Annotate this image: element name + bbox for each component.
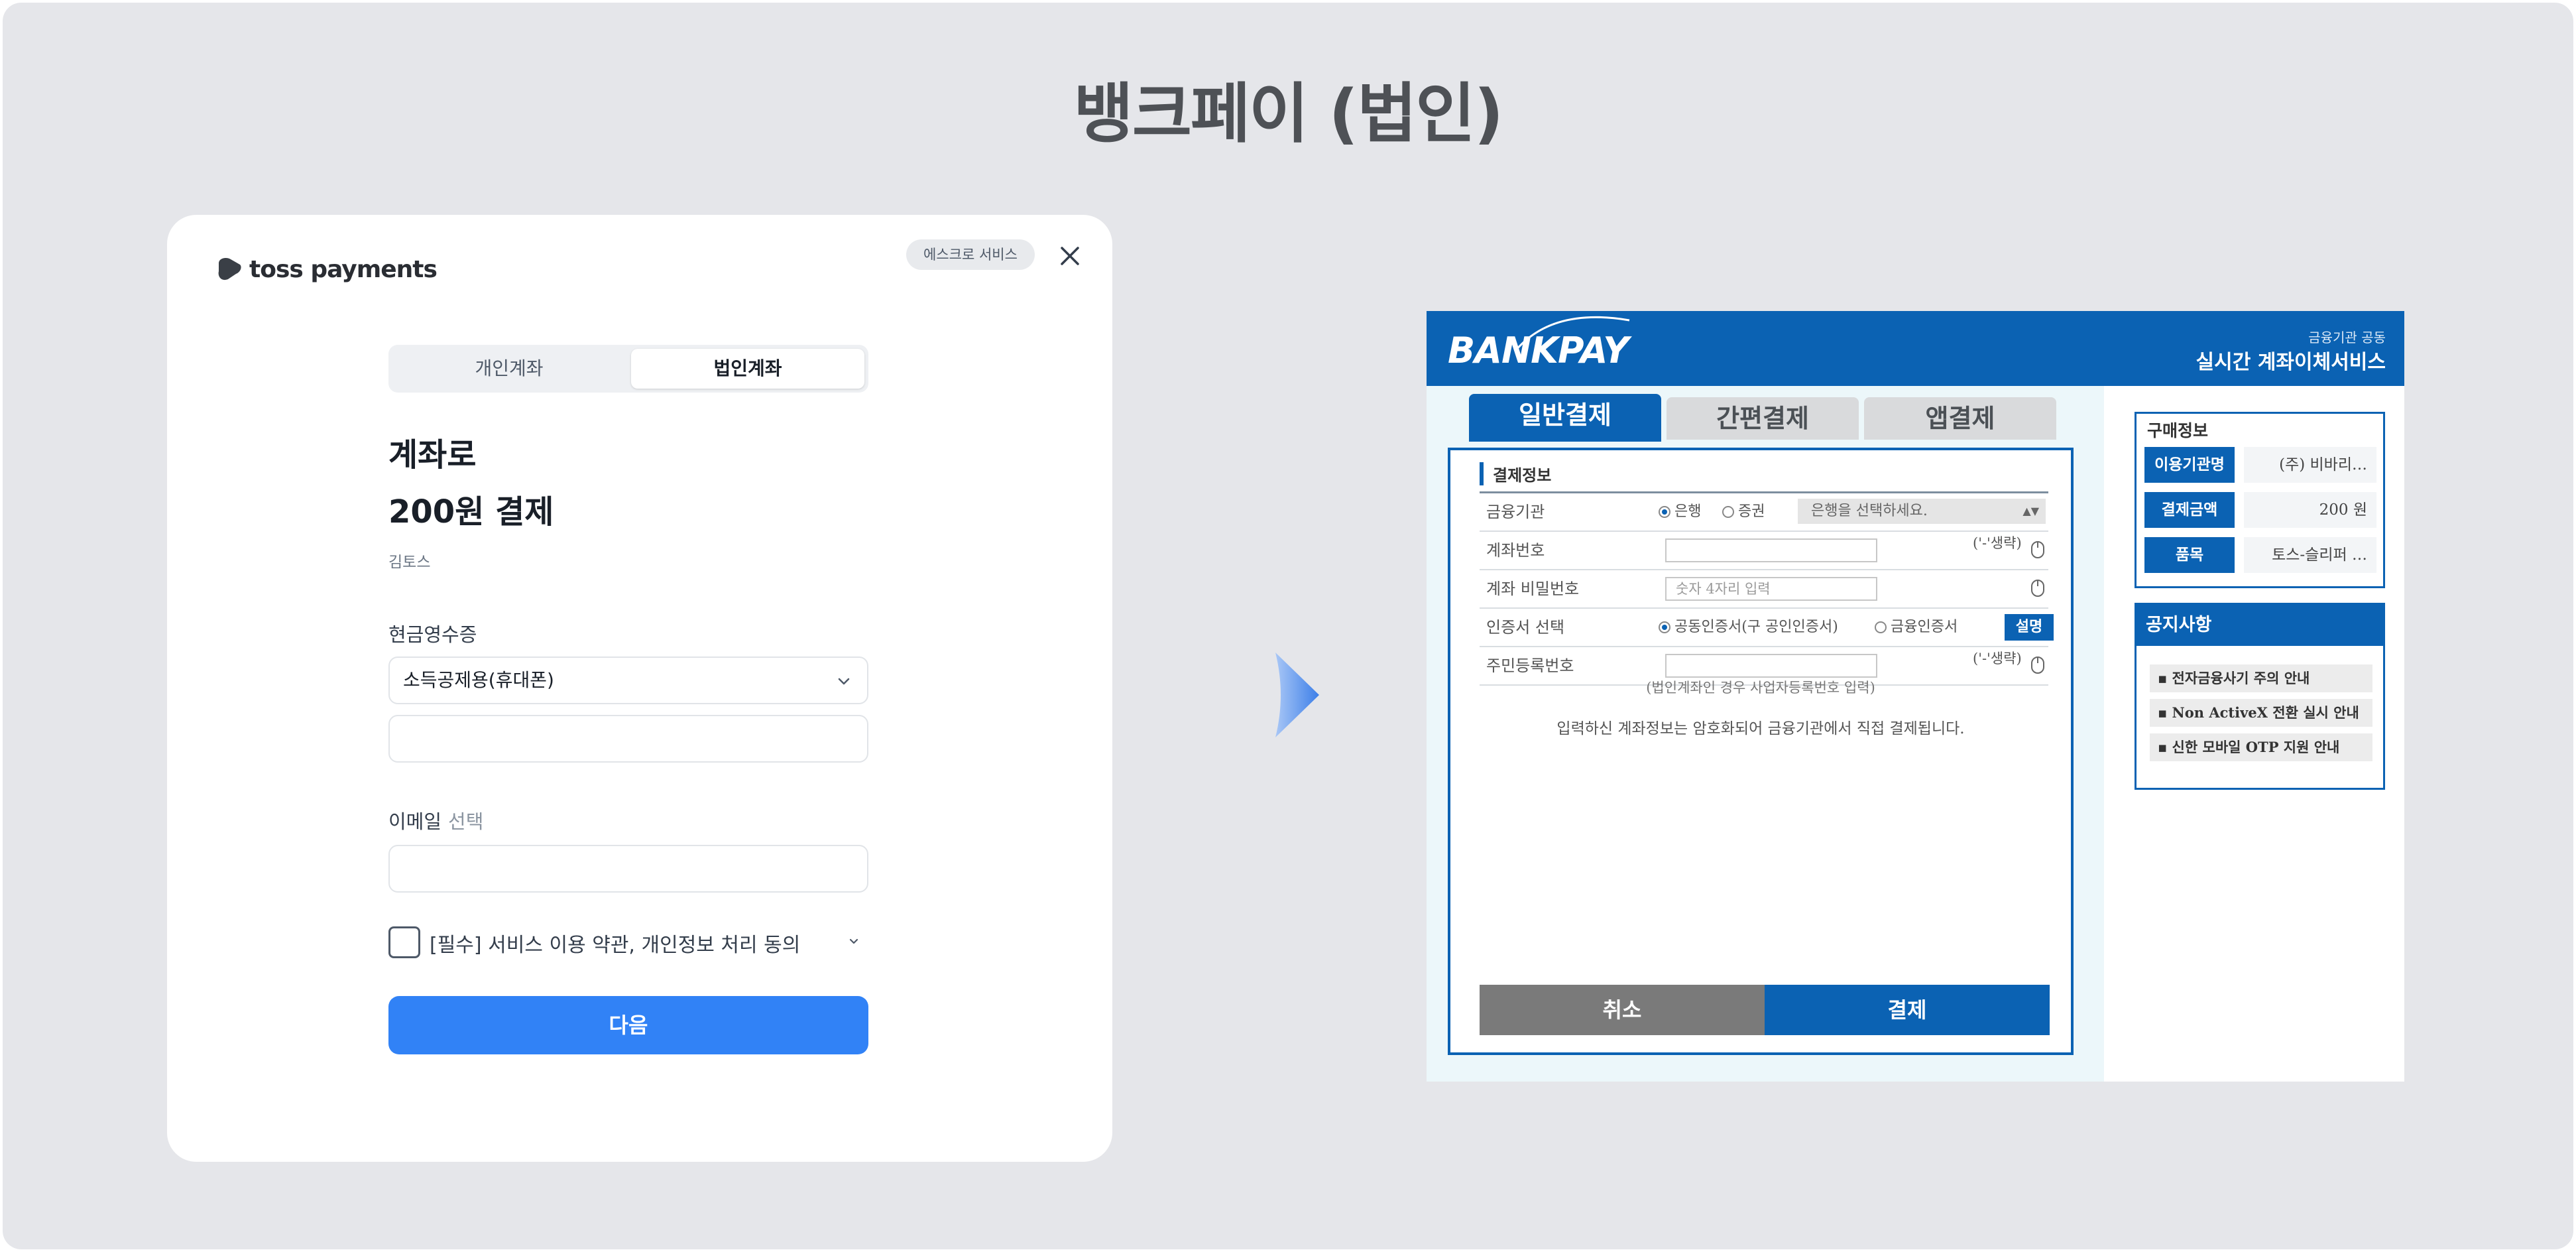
- notice-box: 공지사항 ▪ 전자금융사기 주의 안내 ▪ Non ActiveX 전환 실시 …: [2135, 603, 2385, 790]
- radio-securities-label: 증권: [1738, 503, 1765, 520]
- payment-heading-line1: 계좌로: [388, 436, 477, 473]
- account-label: 계좌번호: [1486, 541, 1545, 560]
- account-number-input[interactable]: [1665, 538, 1877, 562]
- account-note: ('-'생략): [1973, 535, 2022, 551]
- close-button[interactable]: [1057, 243, 1083, 269]
- email-input[interactable]: [388, 845, 868, 893]
- certificate-label: 인증서 선택: [1486, 618, 1565, 637]
- bankpay-header: BANKPAY 금융기관 공동 실시간 계좌이체서비스: [1427, 311, 2404, 386]
- tab-app-payment[interactable]: 앱결제: [1864, 397, 2056, 440]
- certificate-row: 인증서 선택 공동인증서(구 공인인증서) 금융인증서 설명: [1480, 609, 2054, 647]
- payment-info-table: 금융기관 은행 증권 은행을 선택하세요. ▲▼ 계좌번호 ('-'생략) 계좌 …: [1480, 491, 2054, 686]
- resident-number-input[interactable]: [1665, 654, 1877, 678]
- notice-title: 공지사항: [2137, 605, 2383, 646]
- radio-empty-icon: [1875, 621, 1887, 633]
- email-label-text: 이메일: [388, 810, 442, 833]
- purchase-info-title: 구매정보: [2147, 421, 2209, 440]
- close-icon: [1061, 247, 1079, 265]
- section-title: 결제정보: [1480, 462, 1551, 485]
- notice-item-text: 신한 모바일 OTP 지원 안내: [2172, 739, 2340, 755]
- page-title: 뱅크페이 (법인): [1073, 76, 1504, 152]
- tab-corporate-account[interactable]: 법인계좌: [631, 349, 864, 389]
- cash-receipt-select[interactable]: 소득공제용(휴대폰): [388, 657, 868, 704]
- purchase-row-amount: 결제금액 200 원: [2144, 492, 2376, 528]
- radio-bank-label: 은행: [1674, 503, 1702, 520]
- radio-financial-label: 금융인증서: [1891, 619, 1958, 635]
- radio-joint-certificate[interactable]: 공동인증서(구 공인인증서): [1659, 609, 1838, 646]
- cash-receipt-label: 현금영수증: [388, 623, 477, 646]
- mouse-keypad-icon[interactable]: [2030, 540, 2046, 560]
- resident-note: ('-'생략): [1973, 651, 2022, 666]
- bankpay-window: BANKPAY 금융기관 공동 실시간 계좌이체서비스 일반결제 간편결제 앱결…: [1427, 311, 2404, 1082]
- purchase-value: 200 원: [2244, 492, 2376, 528]
- purchase-row-merchant: 이용기관명 (주) 비바리…: [2144, 447, 2376, 483]
- escrow-badge[interactable]: 에스크로 서비스: [906, 239, 1035, 270]
- corporate-note: (법인계좌인 경우 사업자등록번호 입력): [1646, 680, 1875, 696]
- bank-select-placeholder: 은행을 선택하세요.: [1811, 503, 1928, 519]
- password-input[interactable]: 숫자 4자리 입력: [1665, 577, 1877, 601]
- payment-heading-amount: 200원 결제: [388, 493, 554, 531]
- bankpay-logo: BANKPAY: [1448, 330, 1629, 371]
- phone-number-input[interactable]: [388, 715, 868, 763]
- toss-payment-modal: toss payments 에스크로 서비스 개인계좌 법인계좌 계좌로 200…: [167, 215, 1112, 1162]
- arrow-right-icon: [1275, 653, 1319, 737]
- tab-personal-account[interactable]: 개인계좌: [392, 349, 626, 389]
- radio-bank[interactable]: 은행: [1659, 493, 1701, 531]
- purchase-key: 이용기관명: [2144, 447, 2235, 483]
- radio-selected-icon: [1659, 506, 1670, 518]
- email-optional-text: 선택: [448, 810, 484, 833]
- radio-selected-icon: [1659, 621, 1670, 633]
- notice-item[interactable]: ▪ 신한 모바일 OTP 지원 안내: [2150, 733, 2372, 761]
- institution-label: 금융기관: [1486, 503, 1545, 521]
- merchant-name: 김토스: [388, 554, 431, 571]
- account-row: 계좌번호 ('-'생략): [1480, 532, 2048, 570]
- radio-empty-icon: [1722, 506, 1734, 518]
- agreement-expand-icon[interactable]: [846, 934, 862, 950]
- purchase-value: 토스-슬리퍼 …: [2244, 537, 2376, 573]
- next-button[interactable]: 다음: [388, 996, 868, 1054]
- radio-joint-label: 공동인증서(구 공인인증서): [1674, 619, 1838, 635]
- purchase-info-box: 구매정보 이용기관명 (주) 비바리… 결제금액 200 원 품목 토스-슬리퍼…: [2135, 412, 2385, 588]
- mouse-keypad-icon[interactable]: [2030, 655, 2046, 675]
- toss-logo: toss payments: [213, 243, 438, 296]
- institution-row: 금융기관 은행 증권 은행을 선택하세요. ▲▼: [1480, 493, 2048, 532]
- chevron-down-icon: [838, 678, 850, 685]
- account-type-tabs: 개인계좌 법인계좌: [388, 345, 868, 393]
- tab-general-payment[interactable]: 일반결제: [1469, 394, 1661, 442]
- purchase-value: (주) 비바리…: [2244, 447, 2376, 483]
- notice-item-text: 전자금융사기 주의 안내: [2172, 670, 2310, 686]
- payment-info-panel: 결제정보 금융기관 은행 증권 은행을 선택하세요. ▲▼ 계좌번호 ('-'생략…: [1448, 448, 2074, 1055]
- purchase-row-item: 품목 토스-슬리퍼 …: [2144, 537, 2376, 573]
- bankpay-header-subtitle: 금융기관 공동: [2308, 330, 2386, 345]
- agreement-checkbox[interactable]: [388, 926, 420, 958]
- notice-item[interactable]: ▪ Non ActiveX 전환 실시 안내: [2150, 699, 2372, 727]
- certificate-help-button[interactable]: 설명: [2005, 614, 2054, 641]
- purchase-key: 결제금액: [2144, 492, 2235, 528]
- bank-select[interactable]: 은행을 선택하세요. ▲▼: [1798, 499, 2046, 524]
- radio-financial-certificate[interactable]: 금융인증서: [1875, 609, 1958, 646]
- email-label: 이메일 선택: [388, 806, 483, 834]
- tab-simple-payment[interactable]: 간편결제: [1667, 397, 1859, 440]
- cancel-button[interactable]: 취소: [1480, 985, 1765, 1035]
- password-label: 계좌 비밀번호: [1486, 580, 1580, 598]
- password-row: 계좌 비밀번호 숫자 4자리 입력: [1480, 570, 2048, 609]
- canvas: 뱅크페이 (법인) toss payments 에스크로 서비스 개인계좌 법인…: [3, 3, 2573, 1249]
- purchase-key: 품목: [2144, 537, 2235, 573]
- notice-item[interactable]: ▪ 전자금융사기 주의 안내: [2150, 664, 2372, 692]
- agreement-text[interactable]: [필수] 서비스 이용 약관, 개인정보 처리 동의: [430, 928, 800, 958]
- pay-button[interactable]: 결제: [1765, 985, 2050, 1035]
- encryption-note: 입력하신 계좌정보는 암호화되어 금융기관에서 직접 결제됩니다.: [1556, 720, 1965, 737]
- mouse-keypad-icon[interactable]: [2030, 578, 2046, 598]
- cash-receipt-select-value: 소득공제용(휴대폰): [403, 669, 554, 691]
- select-arrows-icon: ▲▼: [2022, 505, 2039, 517]
- toss-brand-text: toss payments: [249, 255, 438, 283]
- toss-logo-icon: [218, 258, 241, 281]
- bankpay-header-title: 실시간 계좌이체서비스: [2195, 351, 2386, 374]
- notice-item-text: Non ActiveX 전환 실시 안내: [2172, 704, 2359, 721]
- radio-securities[interactable]: 증권: [1722, 493, 1765, 531]
